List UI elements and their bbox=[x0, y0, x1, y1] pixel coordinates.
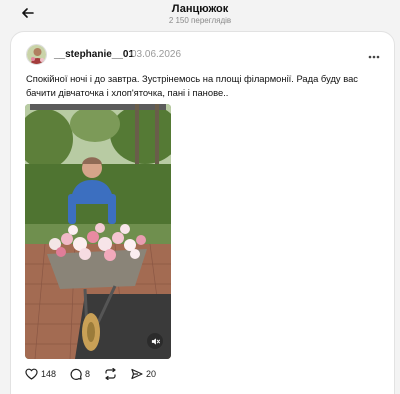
page-title: Ланцюжок bbox=[171, 3, 229, 15]
like-button[interactable]: 148 bbox=[25, 368, 56, 380]
repost-icon bbox=[105, 368, 116, 380]
send-icon bbox=[131, 368, 143, 380]
view-count: 2 150 переглядів bbox=[168, 16, 232, 25]
mute-button[interactable] bbox=[147, 333, 163, 349]
post-actions: 148 8 20 bbox=[25, 366, 170, 382]
top-bar: Ланцюжок 2 150 переглядів bbox=[0, 0, 400, 28]
comment-button[interactable]: 8 bbox=[70, 368, 90, 380]
username[interactable]: __stephanie__01 bbox=[54, 49, 134, 60]
repost-button[interactable] bbox=[104, 368, 117, 380]
heart-icon bbox=[25, 368, 38, 380]
post-text: Спокійної ночі і до завтра. Зустрінемось… bbox=[26, 73, 358, 98]
header-title-block: Ланцюжок 2 150 переглядів bbox=[0, 3, 400, 26]
avatar[interactable] bbox=[26, 44, 47, 65]
share-count: 20 bbox=[146, 369, 157, 379]
comment-icon bbox=[70, 368, 82, 380]
comment-count: 8 bbox=[85, 369, 91, 379]
speaker-muted-icon bbox=[151, 337, 160, 345]
post-video[interactable] bbox=[25, 104, 171, 359]
like-count: 148 bbox=[41, 369, 57, 379]
share-button[interactable]: 20 bbox=[131, 368, 156, 380]
more-horizontal-icon bbox=[368, 55, 380, 59]
post-date: 03.06.2026 bbox=[131, 49, 182, 60]
more-options-button[interactable] bbox=[368, 48, 380, 62]
post-card: __stephanie__01 03.06.2026 Спокійної ноч… bbox=[10, 31, 395, 394]
